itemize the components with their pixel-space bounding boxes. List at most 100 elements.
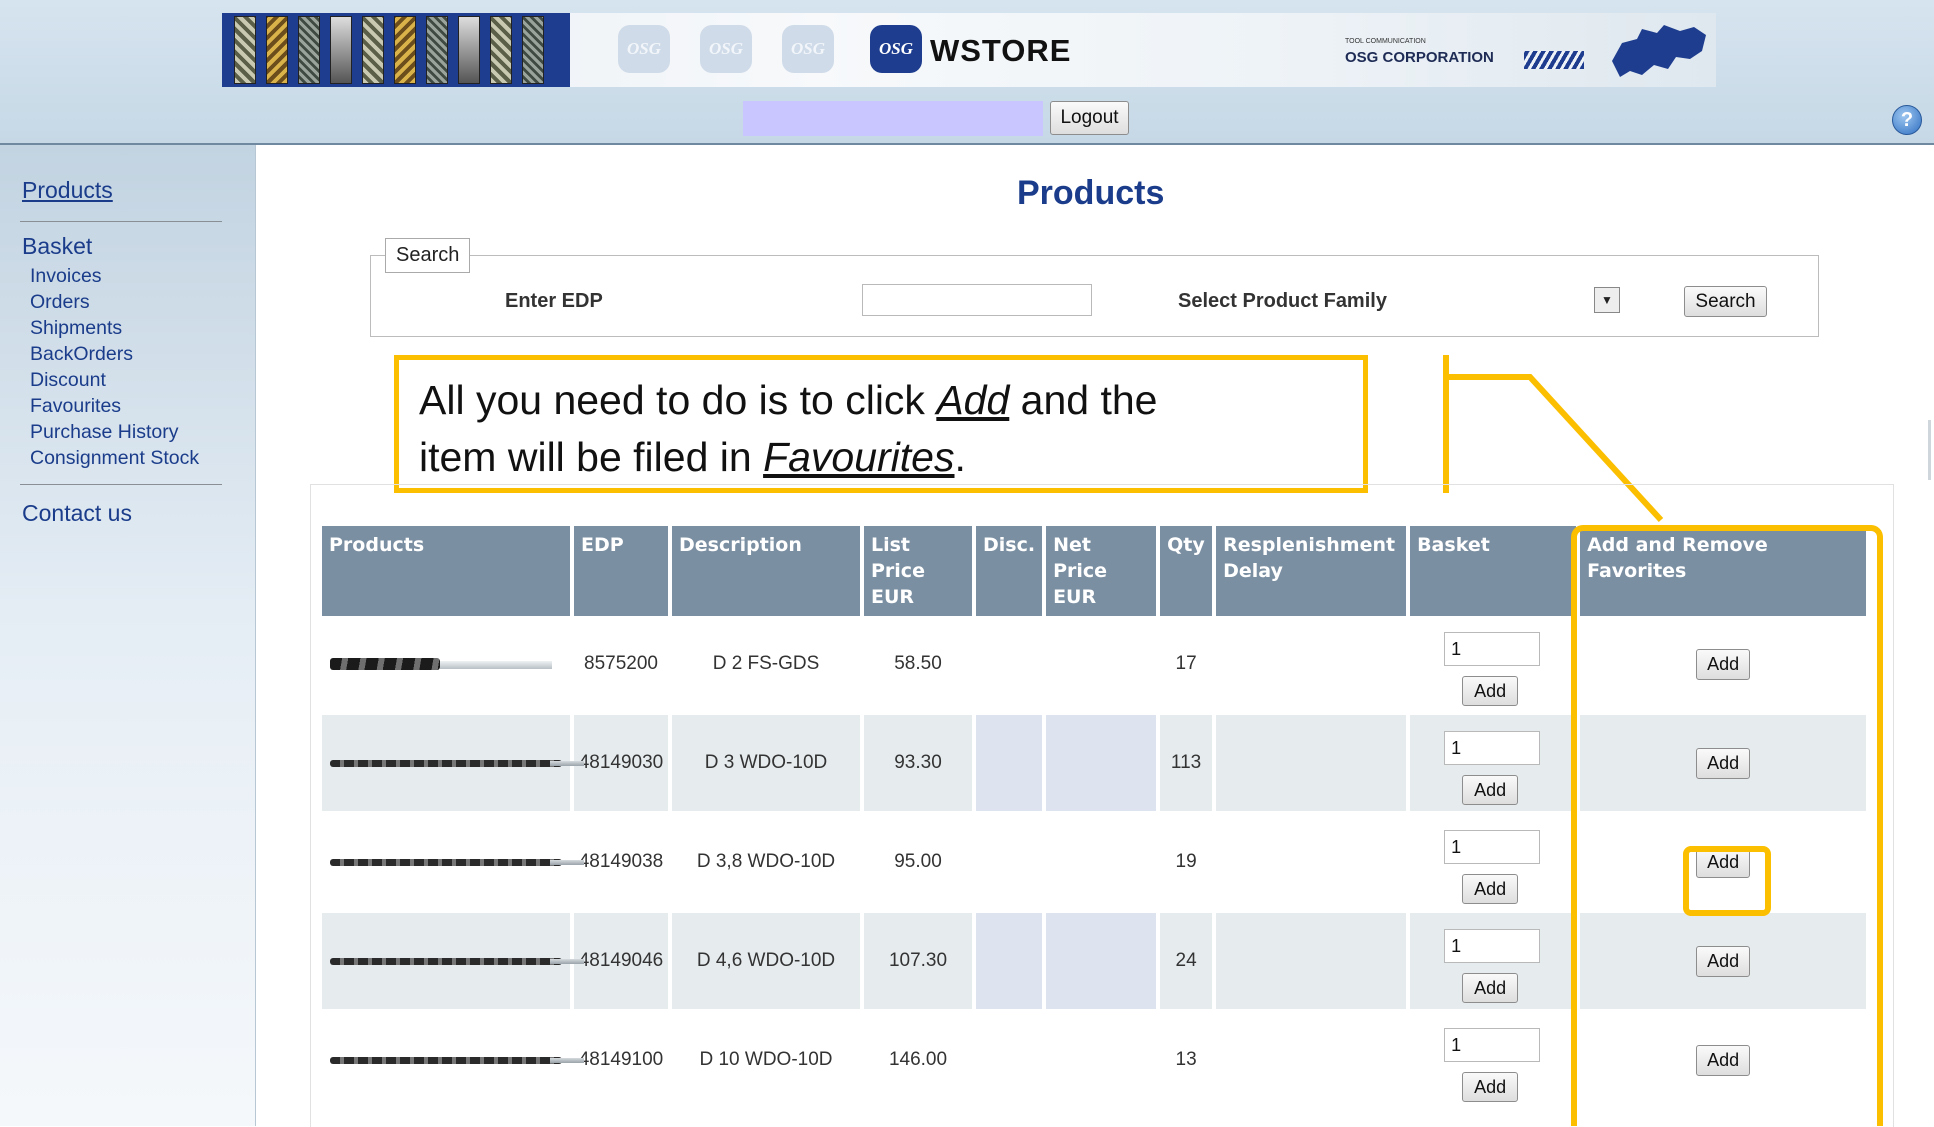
drill-image (330, 759, 584, 767)
callout-connector-line (1438, 355, 1664, 523)
basket-qty-input[interactable] (1444, 929, 1541, 963)
edp-cell: 48149046 (574, 913, 668, 1012)
col-disc: Disc. (976, 526, 1043, 616)
callout-add-link: Add (936, 377, 1010, 423)
add-favorite-button[interactable]: Add (1696, 846, 1751, 878)
description-cell: D 2 FS-GDS (672, 616, 860, 715)
search-legend: Search (385, 238, 471, 273)
table-row: 48149038 D 3,8 WDO-10D 95.00 19 Add Add (322, 814, 1867, 913)
user-info-bar (743, 101, 1043, 136)
divider (20, 221, 222, 222)
col-description: Description (672, 526, 860, 616)
nav-favourites[interactable]: Favourites (30, 393, 199, 419)
table-row: 48149100 D 10 WDO-10D 146.00 13 Add Add (322, 1012, 1867, 1111)
add-to-basket-button[interactable]: Add (1462, 973, 1519, 1003)
chevron-down-icon: ▼ (1601, 293, 1613, 307)
product-image (322, 913, 584, 1012)
favorites-cell: Add (1580, 1012, 1867, 1111)
favorites-cell: Add (1580, 715, 1867, 814)
list-price-cell: 95.00 (864, 814, 972, 913)
delay-cell (1216, 1012, 1407, 1111)
nav-backorders[interactable]: BackOrders (30, 341, 199, 367)
products-table: Products EDP Description List Price EUR Di… (318, 526, 1870, 1111)
europe-map-image (1612, 25, 1706, 77)
col-net-price: Net Price EUR (1046, 526, 1157, 616)
disc-cell (976, 616, 1043, 715)
brand-banner: OSG OSG OSG OSG WSTORE TOOL COMMUNICATIO… (222, 13, 1716, 87)
disc-cell (976, 814, 1043, 913)
osg-logo-faded: OSG (700, 25, 752, 73)
nav-contact-us[interactable]: Contact us (22, 500, 132, 527)
product-image (322, 1012, 584, 1111)
col-favorites: Add and Remove Favorites (1580, 526, 1867, 616)
add-favorite-button[interactable]: Add (1696, 648, 1751, 680)
drill-image (330, 658, 552, 670)
add-to-basket-button[interactable]: Add (1462, 1072, 1519, 1102)
delay-cell (1216, 814, 1407, 913)
basket-qty-input[interactable] (1444, 1028, 1541, 1062)
corp-name: OSG CORPORATION (1345, 49, 1494, 66)
osg-logo-faded: OSG (618, 25, 670, 73)
search-button[interactable]: Search (1684, 286, 1767, 317)
col-replenishment: Resplenishment Delay (1216, 526, 1407, 616)
sidebar-nav: Products Basket Invoices Orders Shipment… (0, 145, 256, 1126)
disc-cell (976, 715, 1043, 814)
osg-logo-faded: OSG (782, 25, 834, 73)
table-row: 48149046 D 4,6 WDO-10D 107.30 24 Add Add (322, 913, 1867, 1012)
description-cell: D 3 WDO-10D (672, 715, 860, 814)
add-to-basket-button[interactable]: Add (1462, 775, 1519, 805)
logout-button[interactable]: Logout (1050, 101, 1129, 135)
basket-cell: Add (1410, 616, 1577, 715)
list-price-cell: 146.00 (864, 1012, 972, 1111)
list-price-cell: 58.50 (864, 616, 972, 715)
net-price-cell (1046, 1012, 1157, 1111)
basket-cell: Add (1410, 814, 1577, 913)
edp-cell: 8575200 (574, 616, 668, 715)
product-image (322, 616, 570, 715)
favorites-cell: Add (1580, 913, 1867, 1012)
sidebar-subnav: Invoices Orders Shipments BackOrders Dis… (30, 263, 199, 471)
nav-shipments[interactable]: Shipments (30, 315, 199, 341)
help-icon[interactable]: ? (1892, 105, 1922, 135)
scrollbar[interactable] (1928, 420, 1931, 480)
qty-cell: 13 (1160, 1012, 1213, 1111)
edp-label: Enter EDP (505, 290, 603, 312)
corp-tagline: TOOL COMMUNICATION (1345, 38, 1426, 45)
nav-consignment-stock[interactable]: Consignment Stock (30, 445, 199, 471)
nav-basket[interactable]: Basket (22, 233, 92, 260)
qty-cell: 17 (1160, 616, 1213, 715)
disc-cell (976, 1012, 1043, 1111)
nav-purchase-history[interactable]: Purchase History (30, 419, 199, 445)
favorites-cell: Add (1580, 814, 1867, 913)
basket-qty-input[interactable] (1444, 632, 1541, 666)
disc-cell (976, 913, 1043, 1012)
delay-cell (1216, 913, 1407, 1012)
list-price-cell: 107.30 (864, 913, 972, 1012)
net-price-cell (1046, 616, 1157, 715)
drill-image (330, 858, 584, 866)
divider (20, 484, 222, 485)
edp-input[interactable] (862, 284, 1092, 316)
qty-cell: 24 (1160, 913, 1213, 1012)
add-favorite-button[interactable]: Add (1696, 945, 1751, 977)
description-cell: D 4,6 WDO-10D (672, 913, 860, 1012)
col-basket: Basket (1410, 526, 1577, 616)
edp-cell: 48149030 (574, 715, 668, 814)
add-favorite-button[interactable]: Add (1696, 747, 1751, 779)
net-price-cell (1046, 814, 1157, 913)
add-to-basket-button[interactable]: Add (1462, 874, 1519, 904)
add-favorite-button[interactable]: Add (1696, 1044, 1751, 1076)
nav-discount[interactable]: Discount (30, 367, 199, 393)
nav-invoices[interactable]: Invoices (30, 263, 199, 289)
add-to-basket-button[interactable]: Add (1462, 676, 1519, 706)
qty-cell: 113 (1160, 715, 1213, 814)
product-family-label: Select Product Family (1178, 290, 1387, 312)
basket-qty-input[interactable] (1444, 731, 1541, 765)
nav-orders[interactable]: Orders (30, 289, 199, 315)
drill-image (330, 1056, 584, 1064)
product-family-select[interactable]: ▼ (1594, 287, 1620, 313)
nav-products[interactable]: Products (22, 177, 113, 204)
top-header: OSG OSG OSG OSG WSTORE TOOL COMMUNICATIO… (0, 0, 1934, 145)
table-row: 8575200 D 2 FS-GDS 58.50 17 Add Add (322, 616, 1867, 715)
basket-qty-input[interactable] (1444, 830, 1541, 864)
